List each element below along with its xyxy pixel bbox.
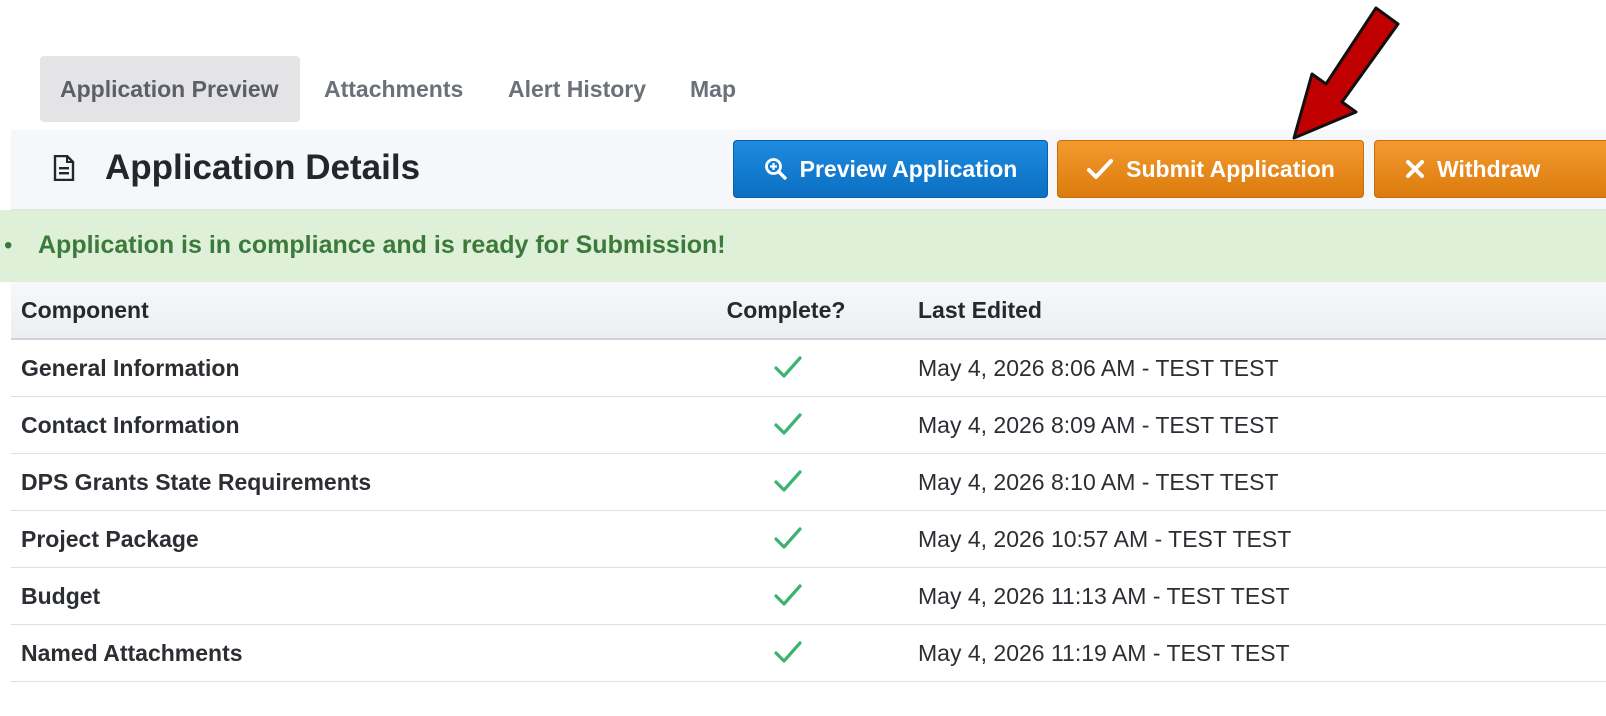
checkmark-icon bbox=[774, 413, 802, 435]
checkmark-icon bbox=[774, 356, 802, 378]
column-header-complete: Complete? bbox=[726, 297, 846, 323]
checkmark-icon bbox=[774, 641, 802, 663]
table-row[interactable]: DPS Grants State Requirements May 4, 202… bbox=[11, 454, 1606, 511]
last-edited: May 4, 2026 8:10 AM - TEST TEST bbox=[918, 469, 1279, 495]
tab-alert-history[interactable]: Alert History bbox=[488, 56, 666, 122]
component-name[interactable]: Contact Information bbox=[21, 397, 240, 453]
bullet-icon: • bbox=[4, 232, 13, 259]
table-row[interactable]: Budget May 4, 2026 11:13 AM - TEST TEST bbox=[11, 568, 1606, 625]
red-arrow-icon bbox=[1292, 6, 1400, 140]
component-name[interactable]: Budget bbox=[21, 568, 100, 624]
submit-application-button[interactable]: Submit Application bbox=[1057, 140, 1364, 198]
table-row[interactable]: Named Attachments May 4, 2026 11:19 AM -… bbox=[11, 625, 1606, 682]
zoom-in-icon bbox=[764, 158, 787, 180]
preview-application-button[interactable]: Preview Application bbox=[733, 140, 1048, 198]
components-table: Component Complete? Last Edited General … bbox=[11, 282, 1606, 682]
column-header-last-edited: Last Edited bbox=[918, 297, 1042, 323]
tab-application-preview[interactable]: Application Preview bbox=[40, 56, 300, 122]
component-name[interactable]: Named Attachments bbox=[21, 625, 243, 681]
checkmark-icon bbox=[774, 470, 802, 492]
document-icon bbox=[53, 155, 75, 181]
last-edited: May 4, 2026 8:09 AM - TEST TEST bbox=[918, 412, 1279, 438]
checkmark-icon bbox=[1087, 159, 1114, 179]
withdraw-button[interactable]: Withdraw bbox=[1374, 140, 1606, 198]
component-name[interactable]: General Information bbox=[21, 340, 240, 396]
x-icon bbox=[1406, 160, 1424, 178]
checkmark-icon bbox=[774, 584, 802, 606]
submit-application-label: Submit Application bbox=[1126, 155, 1335, 182]
checkmark-icon bbox=[774, 527, 802, 549]
table-header: Component Complete? Last Edited bbox=[11, 282, 1606, 340]
withdraw-label: Withdraw bbox=[1437, 155, 1541, 182]
compliance-message: Application is in compliance and is read… bbox=[38, 231, 726, 259]
preview-application-label: Preview Application bbox=[799, 155, 1018, 182]
last-edited: May 4, 2026 8:06 AM - TEST TEST bbox=[918, 355, 1279, 381]
column-header-component: Component bbox=[21, 297, 149, 323]
application-details-header: Application Details Preview Application … bbox=[11, 130, 1606, 210]
table-row[interactable]: Project Package May 4, 2026 10:57 AM - T… bbox=[11, 511, 1606, 568]
component-name[interactable]: DPS Grants State Requirements bbox=[21, 454, 371, 510]
table-row[interactable]: Contact Information May 4, 2026 8:09 AM … bbox=[11, 397, 1606, 454]
tab-map[interactable]: Map bbox=[670, 56, 756, 122]
last-edited: May 4, 2026 10:57 AM - TEST TEST bbox=[918, 526, 1292, 552]
page-title: Application Details bbox=[105, 148, 421, 187]
last-edited: May 4, 2026 11:13 AM - TEST TEST bbox=[918, 583, 1290, 609]
tab-attachments[interactable]: Attachments bbox=[304, 56, 483, 122]
table-row[interactable]: General Information May 4, 2026 8:06 AM … bbox=[11, 340, 1606, 397]
component-name[interactable]: Project Package bbox=[21, 511, 199, 567]
compliance-alert: • Application is in compliance and is re… bbox=[0, 210, 1606, 282]
last-edited: May 4, 2026 11:19 AM - TEST TEST bbox=[918, 640, 1290, 666]
